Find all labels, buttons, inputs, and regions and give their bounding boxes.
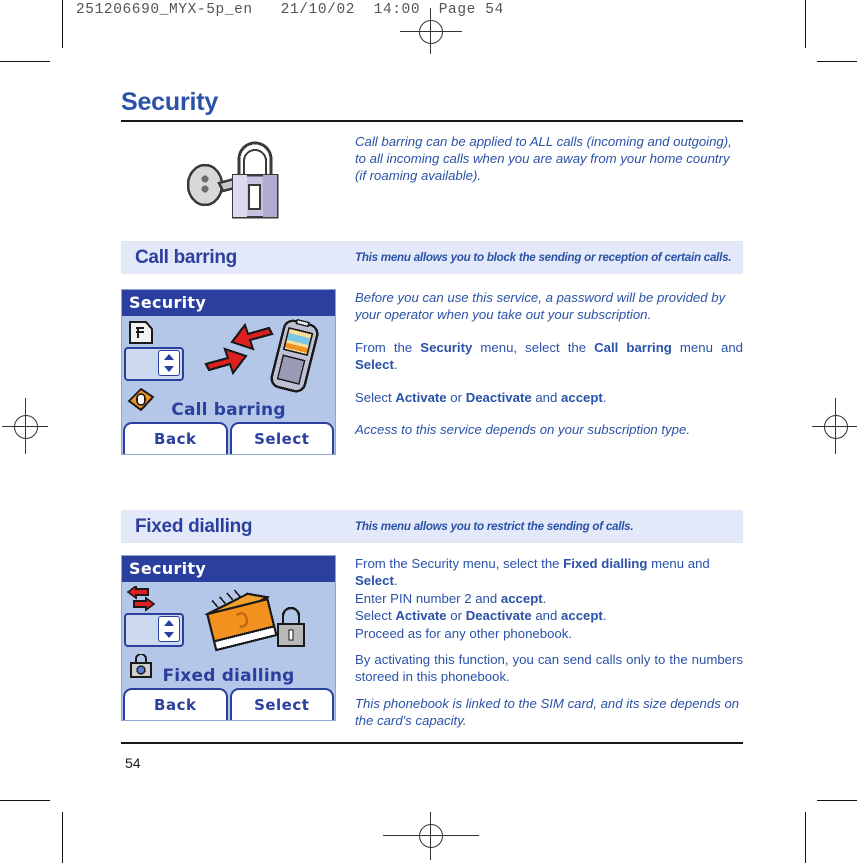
paragraph-fd-3: Select Activate or Deactivate and accept…	[355, 608, 607, 624]
lcd-scrollbar-2[interactable]	[158, 616, 180, 642]
crop-mark-top-left-vertical	[62, 0, 63, 48]
softkey-back-call-barring[interactable]: Back	[123, 422, 228, 454]
paragraph-fd-5: By activating this function, you can sen…	[355, 652, 743, 685]
registration-mark-bottom-center	[383, 812, 479, 860]
lcd-title-call-barring: Security	[122, 290, 335, 316]
paragraph-cb-4: Access to this service depends on your s…	[355, 422, 690, 438]
section-content-fixed-dialling: Security Fixed dialling Back Select From…	[121, 555, 743, 730]
paragraph-fd-1: From the Security menu, select the Fixed…	[355, 556, 710, 589]
paragraph-cb-3: Select Activate or Deactivate and accept…	[355, 389, 607, 405]
section-title-fixed-dialling: Fixed dialling	[135, 515, 253, 537]
paragraph-fd-6: This phonebook is linked to the SIM card…	[355, 695, 740, 729]
sim-card-icon	[126, 320, 156, 346]
section-band-call-barring: Call barring This menu allows you to blo…	[121, 241, 743, 274]
phone-with-barred-arrows-icon	[184, 318, 332, 400]
phone-screenshot-fixed-dialling: Security Fixed dialling Back Select	[121, 555, 336, 730]
lcd-scrollbar[interactable]	[158, 350, 180, 376]
section-title-call-barring: Call barring	[135, 246, 237, 268]
prepress-header: 251206690_MYX-5p_en 21/10/02 14:00 Page …	[76, 2, 504, 18]
crop-mark-top-right-vertical	[805, 0, 806, 48]
section-band-fixed-dialling: Fixed dialling This menu allows you to r…	[121, 510, 743, 543]
padlock-with-key-icon	[121, 133, 355, 227]
footer-rule	[121, 742, 743, 744]
paragraph-cb-2: From the Security menu, select the Call …	[355, 339, 743, 373]
softkey-select-fixed-dialling[interactable]: Select	[229, 688, 334, 720]
phone-screenshot-call-barring: Security Call barring Back Select	[121, 289, 336, 455]
lcd-label-fixed-dialling: Fixed dialling	[162, 666, 295, 686]
paragraph-cb-1: Before you can use this service, a passw…	[355, 290, 726, 323]
lcd-title-fixed-dialling: Security	[122, 556, 335, 582]
section-body-fixed-dialling: From the Security menu, select the Fixed…	[355, 555, 743, 730]
page-title: Security	[121, 88, 219, 116]
manual-page: 251206690_MYX-5p_en 21/10/02 14:00 Page …	[0, 0, 857, 863]
crop-mark-bottom-right-vertical	[805, 812, 806, 863]
intro-paragraph: Call barring can be applied to ALL calls…	[355, 134, 732, 183]
crop-mark-bottom-right-horizontal	[817, 800, 857, 801]
crop-mark-top-right-horizontal	[817, 61, 857, 62]
scroll-down-arrow-icon[interactable]	[164, 632, 174, 638]
scroll-up-arrow-icon[interactable]	[164, 354, 174, 360]
registration-mark-right-center	[812, 398, 857, 454]
scroll-up-arrow-icon[interactable]	[164, 620, 174, 626]
section-subtitle-fixed-dialling: This menu allows you to restrict the sen…	[355, 520, 634, 533]
page-number: 54	[125, 755, 141, 771]
softkey-back-fixed-dialling[interactable]: Back	[123, 688, 228, 720]
lcd-label-call-barring: Call barring	[171, 400, 286, 420]
crop-mark-top-left-horizontal	[0, 61, 50, 62]
section-body-call-barring: Before you can use this service, a passw…	[355, 289, 743, 455]
crop-mark-bottom-left-vertical	[62, 812, 63, 863]
call-barring-arrows-icon	[126, 584, 156, 612]
registration-mark-left-center	[2, 398, 48, 454]
lcd-softkeys-call-barring: Back Select	[122, 422, 335, 454]
phonebook-with-padlock-icon	[202, 586, 322, 666]
paragraph-fd-4: Proceed as for any other phonebook.	[355, 625, 573, 641]
intro-block: Call barring can be applied to ALL calls…	[121, 133, 743, 227]
section-subtitle-call-barring: This menu allows you to block the sendin…	[355, 251, 732, 264]
title-rule	[121, 120, 743, 122]
lcd-softkeys-fixed-dialling: Back Select	[122, 688, 335, 720]
scroll-down-arrow-icon[interactable]	[164, 366, 174, 372]
crop-mark-bottom-left-horizontal	[0, 800, 50, 801]
section-content-call-barring: Security Call barring Back Select Before…	[121, 289, 743, 455]
softkey-select-call-barring[interactable]: Select	[229, 422, 334, 454]
paragraph-fd-2: Enter PIN number 2 and accept.	[355, 590, 547, 606]
